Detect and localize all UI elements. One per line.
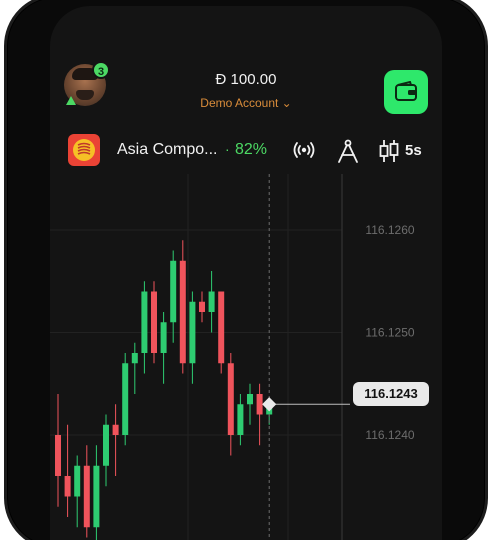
candle-body [199,301,205,312]
candle-body [122,363,129,435]
candle-body [247,394,253,405]
y-tick-label: 116.1240 [365,428,414,442]
asean-emblem-icon [73,139,95,161]
candle-body [112,424,119,435]
app-screen: 3 Đ 100.00 Demo Account ⌄ Asia Compo... … [50,6,442,540]
payout-percent: 82% [235,141,268,158]
candle-body [237,404,244,435]
avatar-beard [76,90,94,100]
candle-body [208,291,215,312]
y-tick-label: 116.1250 [365,326,414,340]
wallet-button[interactable] [384,70,428,114]
asset-name[interactable]: Asia Compo... [117,141,217,159]
price-overlay [262,174,350,540]
candle-body [64,476,71,497]
signal-icon[interactable] [292,138,316,162]
candle-body [131,353,138,364]
current-price-label: 116.1243 [353,382,429,406]
candle-body [218,291,225,364]
candle-body [55,435,61,476]
timeframe-selector[interactable]: 5s [405,142,422,159]
notification-badge: 3 [92,61,110,79]
candle-body [227,363,234,435]
wallet-icon [395,81,417,101]
candle-body [256,394,263,415]
candle-body [189,301,196,364]
candle-body [83,465,90,528]
current-price-marker [262,397,277,412]
candle-body [160,322,167,353]
price-chart[interactable]: 116.1260 116.1250 116.1240 [50,174,442,540]
candle-body [141,291,148,353]
candle-body [93,465,100,528]
candle-body [170,260,177,323]
asset-flag-icon[interactable] [68,134,100,166]
y-tick-label: 116.1260 [365,223,414,237]
drawing-tools-icon[interactable] [336,138,360,164]
candlestick-type-icon[interactable] [378,138,400,164]
level-up-icon [66,96,76,105]
asset-separator: · [225,141,230,157]
candlestick-series [55,240,273,540]
candle-body [103,424,109,466]
y-axis-ticks: 116.1260 116.1250 116.1240 [365,223,414,442]
account-balance[interactable]: Đ 100.00 [150,71,342,88]
account-switcher[interactable]: Demo Account ⌄ [150,96,342,110]
candle-body [151,291,157,353]
candle-body [179,260,186,364]
candle-body [74,465,81,497]
